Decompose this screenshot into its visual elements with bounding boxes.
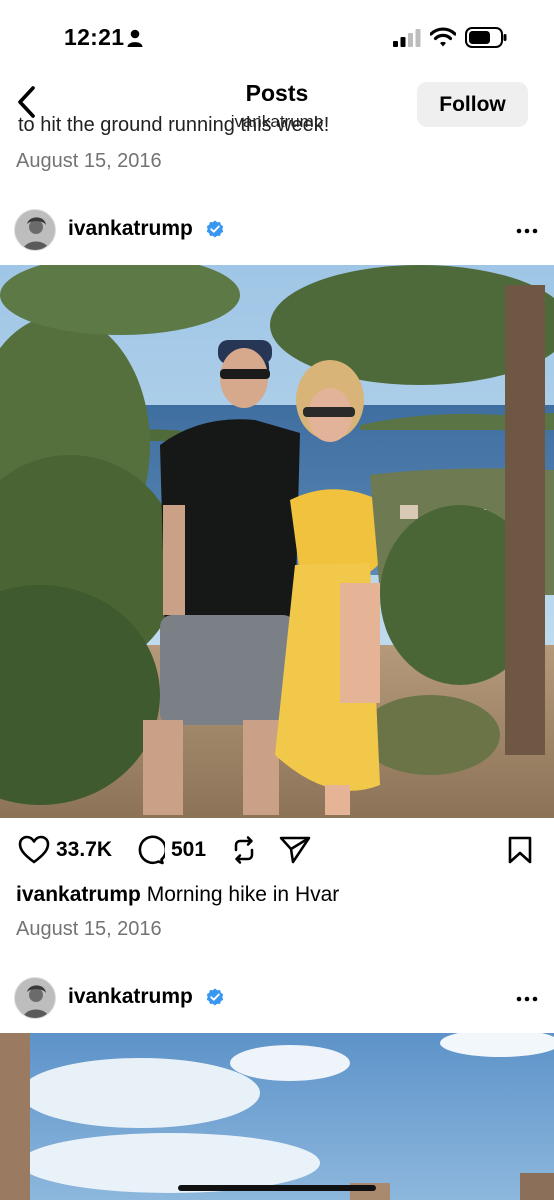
- repost-icon[interactable]: [229, 835, 259, 865]
- share-action[interactable]: [279, 832, 311, 868]
- post-actions-bar: 33.7K 501: [0, 832, 554, 872]
- battery-icon: [465, 27, 507, 48]
- post-date: August 15, 2016: [16, 918, 162, 940]
- cellular-signal-icon: [393, 29, 421, 47]
- verified-badge-icon: [206, 220, 224, 238]
- comment-count: 501: [171, 838, 207, 861]
- clock-time: 12:21: [64, 24, 125, 50]
- save-action[interactable]: [507, 832, 533, 868]
- heart-icon[interactable]: [18, 835, 50, 865]
- more-dots-icon[interactable]: [516, 221, 538, 241]
- wifi-icon: [430, 27, 456, 47]
- comment-bubble-icon[interactable]: [135, 835, 165, 865]
- post-username[interactable]: ivankatrump: [68, 217, 193, 241]
- caption-username[interactable]: ivankatrump: [16, 883, 141, 906]
- more-dots-icon[interactable]: [516, 989, 538, 1009]
- avatar[interactable]: [14, 977, 56, 1019]
- comment-action[interactable]: 501: [135, 832, 206, 868]
- like-count: 33.7K: [56, 838, 113, 861]
- verified-badge-icon: [206, 988, 224, 1006]
- next-post-photo[interactable]: [0, 1033, 554, 1200]
- post-photo[interactable]: [0, 265, 554, 818]
- avatar[interactable]: [14, 209, 56, 251]
- bookmark-icon[interactable]: [507, 835, 533, 865]
- like-action[interactable]: 33.7K: [18, 832, 112, 868]
- repost-action[interactable]: [229, 832, 259, 868]
- person-icon: [127, 29, 143, 47]
- paper-plane-icon[interactable]: [279, 835, 311, 865]
- posts-header: Posts ivankatrump Follow: [0, 72, 554, 131]
- caption-text: Morning hike in Hvar: [140, 883, 340, 906]
- next-post-header: ivankatrump: [0, 977, 554, 1021]
- post-header: ivankatrump: [0, 209, 554, 253]
- home-indicator[interactable]: [178, 1185, 376, 1191]
- post-caption: ivankatrump Morning hike in Hvar: [16, 883, 339, 907]
- status-bar: 12:21: [0, 0, 554, 72]
- previous-post-date: August 15, 2016: [16, 150, 162, 172]
- page-subtitle-username: ivankatrump: [230, 112, 324, 131]
- next-post-username[interactable]: ivankatrump: [68, 985, 193, 1009]
